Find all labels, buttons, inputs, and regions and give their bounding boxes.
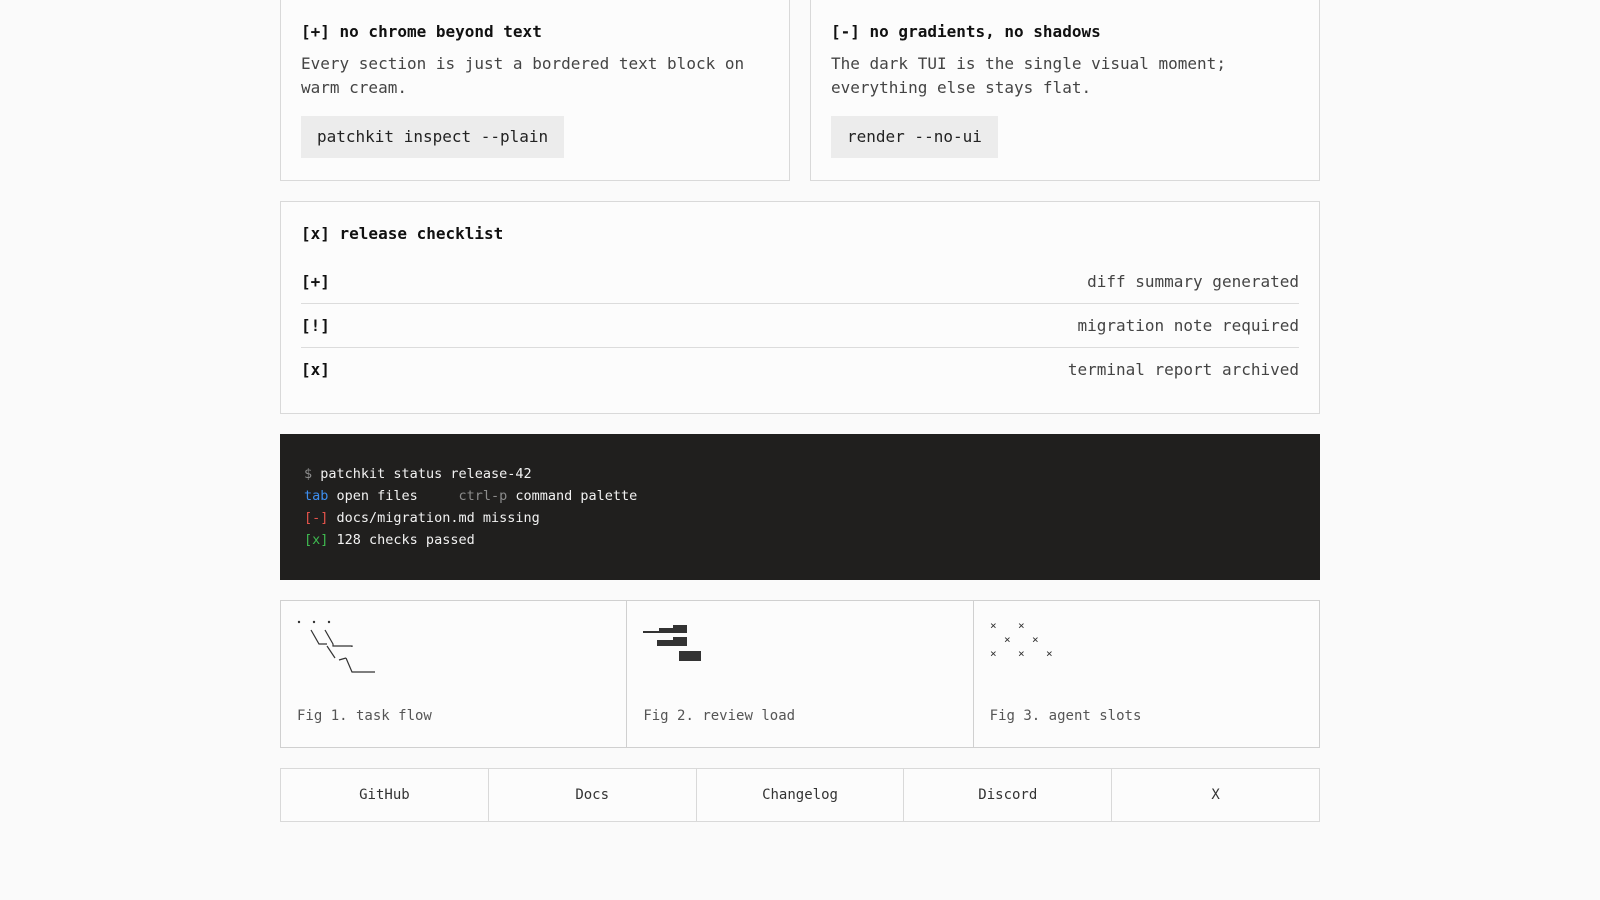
svg-text:×: ×	[1018, 619, 1025, 632]
check-mark: [+]	[301, 272, 330, 291]
link-discord[interactable]: Discord	[904, 769, 1113, 821]
page-content: [+] no chrome beyond text Every section …	[280, 0, 1320, 822]
command-snippet: patchkit inspect --plain	[301, 116, 565, 158]
command-snippet: render --no-ui	[831, 116, 998, 158]
checklist-item: [+] diff summary generated	[301, 260, 1299, 304]
terminal-line: [-] docs/migration.md missing	[304, 507, 1296, 529]
figure-agent-slots: × × × × × × × Fig 3. agent slots	[974, 601, 1319, 747]
card-body: Every section is just a bordered text bl…	[301, 54, 745, 97]
terminal-line: tab open files ctrl-p command palette	[304, 485, 1296, 507]
checklist-item: [x] terminal report archived	[301, 348, 1299, 391]
svg-text:×: ×	[1018, 647, 1025, 660]
svg-text:×: ×	[1046, 647, 1053, 660]
terminal-key-action: open files	[336, 488, 418, 504]
terminal-status-mark: [-]	[304, 510, 329, 526]
card-title: [+] no chrome beyond text	[301, 22, 542, 41]
figures-row: Fig 1. task flow Fig 2. review load × ×	[280, 600, 1320, 748]
terminal-command: patchkit status release-42	[320, 466, 532, 482]
terminal-output: docs/migration.md missing	[336, 510, 540, 526]
card-title: [-] no gradients, no shadows	[831, 22, 1101, 41]
card-no-chrome: [+] no chrome beyond text Every section …	[280, 0, 790, 181]
link-changelog[interactable]: Changelog	[697, 769, 905, 821]
terminal-panel: $ patchkit status release-42 tab open fi…	[280, 434, 1320, 580]
terminal-key-action: command palette	[515, 488, 638, 504]
svg-text:×: ×	[1004, 633, 1011, 646]
check-text: migration note required	[1077, 316, 1299, 335]
terminal-output: 128 checks passed	[336, 532, 475, 548]
figure-caption: Fig 1. task flow	[297, 708, 432, 724]
figure-caption: Fig 3. agent slots	[989, 708, 1142, 724]
svg-text:×: ×	[990, 619, 997, 632]
terminal-prompt: $	[304, 466, 313, 482]
card-body: The dark TUI is the single visual moment…	[831, 54, 1226, 97]
link-github[interactable]: GitHub	[281, 769, 489, 821]
check-text: terminal report archived	[1067, 360, 1299, 379]
link-docs[interactable]: Docs	[489, 769, 697, 821]
footer-links: GitHub Docs Changelog Discord X	[280, 768, 1320, 822]
terminal-key: ctrl-p	[458, 488, 508, 504]
figure-caption: Fig 2. review load	[643, 708, 796, 724]
terminal-line: $ patchkit status release-42	[304, 463, 1296, 485]
task-flow-icon	[297, 620, 375, 673]
check-text: diff summary generated	[1087, 272, 1299, 291]
principles-row: [+] no chrome beyond text Every section …	[280, 0, 1320, 181]
figure-task-flow: Fig 1. task flow	[281, 601, 628, 747]
terminal-line: [x] 128 checks passed	[304, 529, 1296, 551]
agent-slots-icon: × × × × × × ×	[990, 619, 1053, 660]
release-checklist: [x] release checklist [+] diff summary g…	[280, 201, 1320, 414]
review-load-icon	[643, 625, 702, 661]
terminal-key: tab	[304, 488, 329, 504]
check-mark: [!]	[301, 316, 330, 335]
figure-review-load: Fig 2. review load	[627, 601, 974, 747]
checklist-title: [x] release checklist	[301, 224, 504, 243]
svg-text:×: ×	[1032, 633, 1039, 646]
card-no-gradients: [-] no gradients, no shadows The dark TU…	[810, 0, 1320, 181]
checklist-item: [!] migration note required	[301, 304, 1299, 348]
link-x[interactable]: X	[1112, 769, 1319, 821]
terminal-status-mark: [x]	[304, 532, 329, 548]
svg-text:×: ×	[990, 647, 997, 660]
check-mark: [x]	[301, 360, 330, 379]
